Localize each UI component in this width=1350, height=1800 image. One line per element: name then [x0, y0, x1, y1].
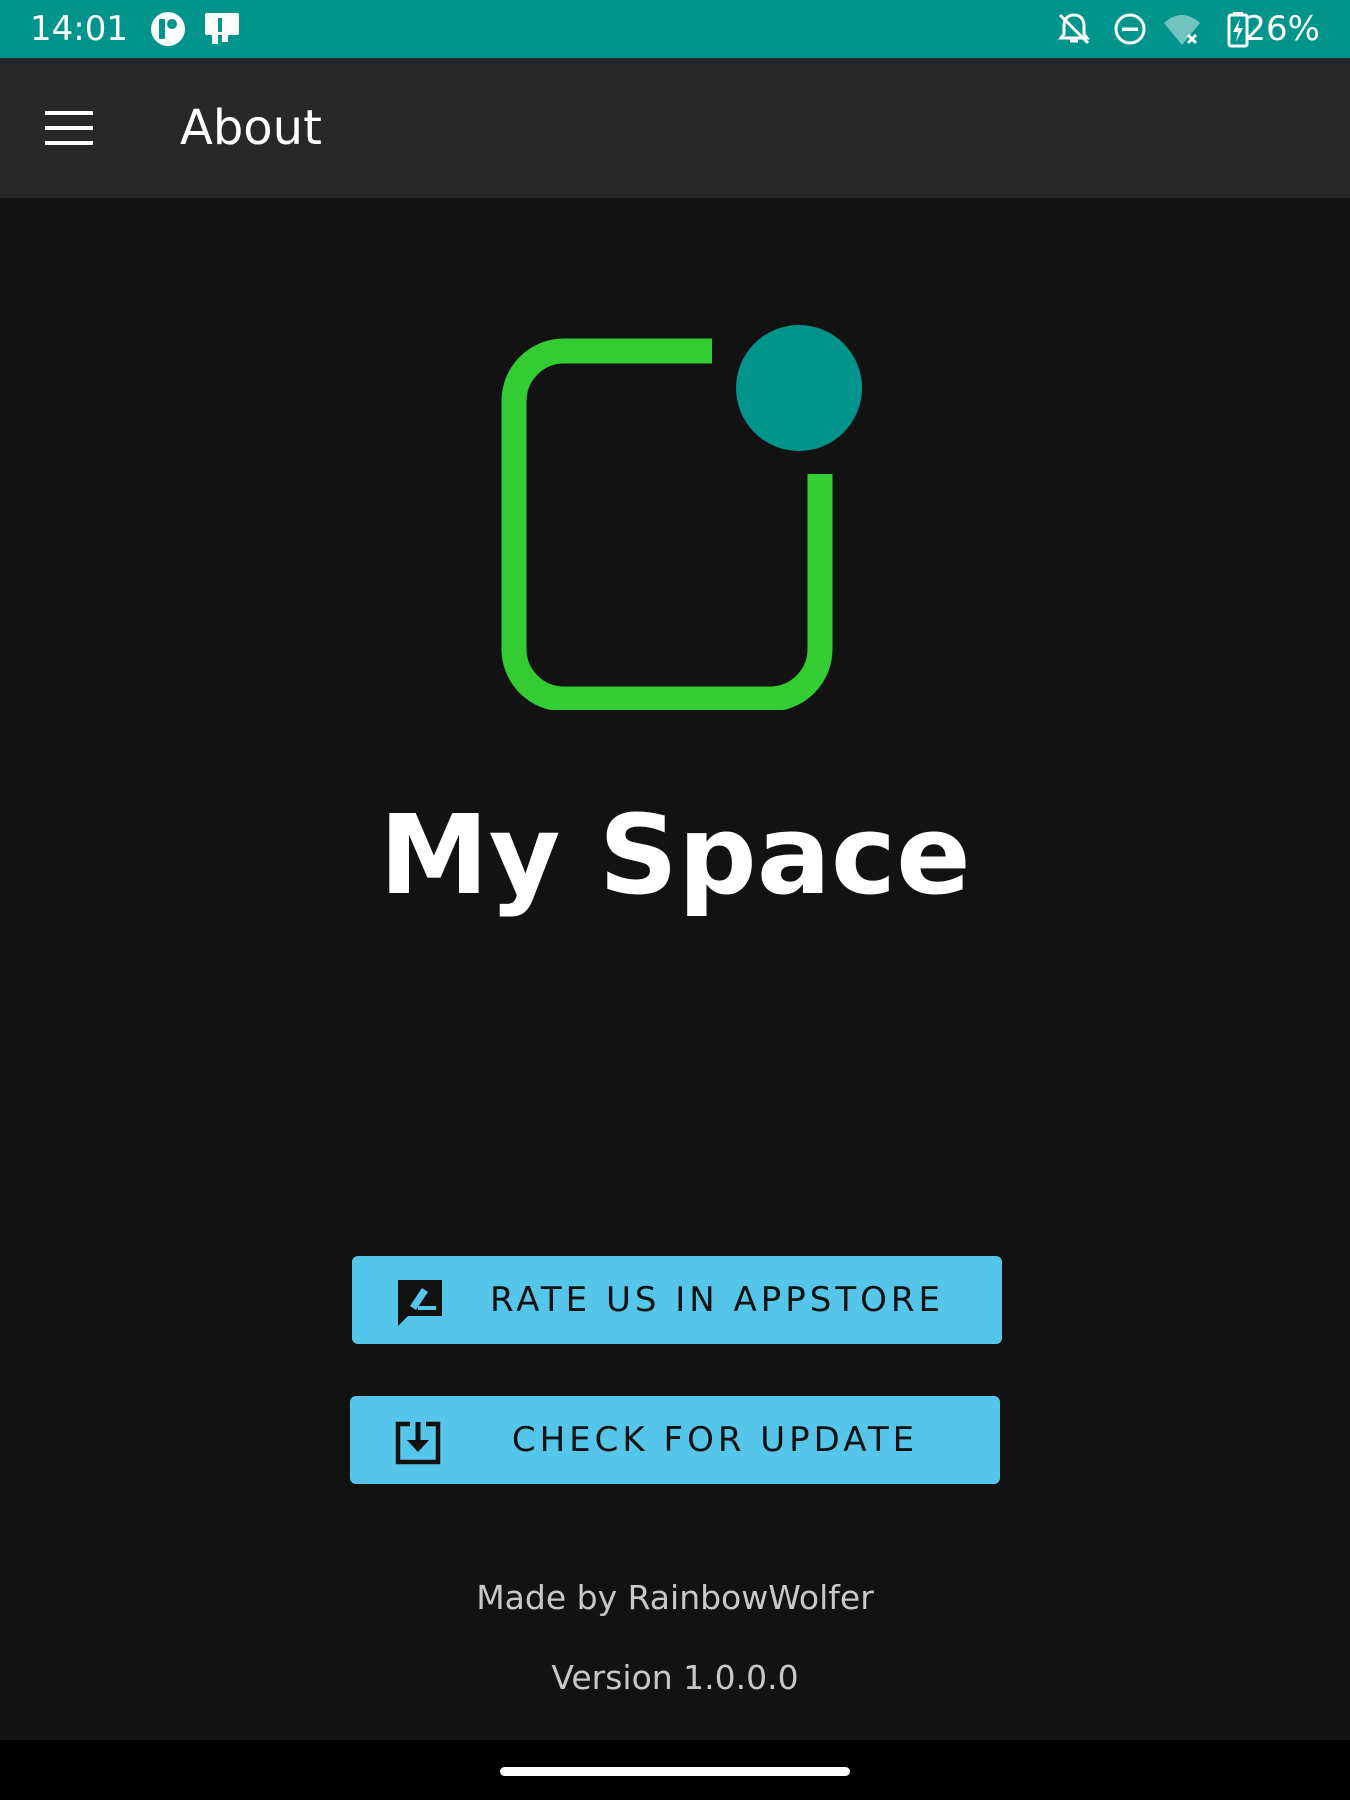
check-for-update-button[interactable]: CHECK FOR UPDATE — [350, 1396, 1000, 1484]
battery-percentage: 26% — [1244, 9, 1320, 49]
navigation-bar — [0, 1740, 1350, 1800]
app-bar: About — [0, 58, 1350, 198]
rate-us-label: RATE US IN APPSTORE — [490, 1280, 944, 1320]
menu-icon — [45, 111, 93, 145]
sim-card-icon — [205, 13, 239, 44]
wifi-off-icon — [1164, 15, 1200, 45]
notifications-off-icon — [1058, 13, 1090, 45]
check-for-update-label: CHECK FOR UPDATE — [511, 1420, 919, 1460]
app-name: My Space — [379, 791, 971, 919]
made-by-text: Made by RainbowWolfer — [476, 1578, 874, 1617]
do-not-disturb-icon — [1114, 13, 1146, 45]
status-bar: 14:01 26% — [0, 0, 1350, 58]
menu-button[interactable] — [30, 88, 110, 168]
rate-us-button[interactable]: RATE US IN APPSTORE — [352, 1256, 1002, 1344]
app-logo — [501, 325, 862, 710]
app-notification-icon — [151, 12, 185, 46]
version-text: Version 1.0.0.0 — [551, 1658, 799, 1697]
page-title: About — [180, 100, 322, 156]
status-time: 14:01 — [30, 9, 128, 49]
home-gesture-handle[interactable] — [500, 1767, 850, 1776]
